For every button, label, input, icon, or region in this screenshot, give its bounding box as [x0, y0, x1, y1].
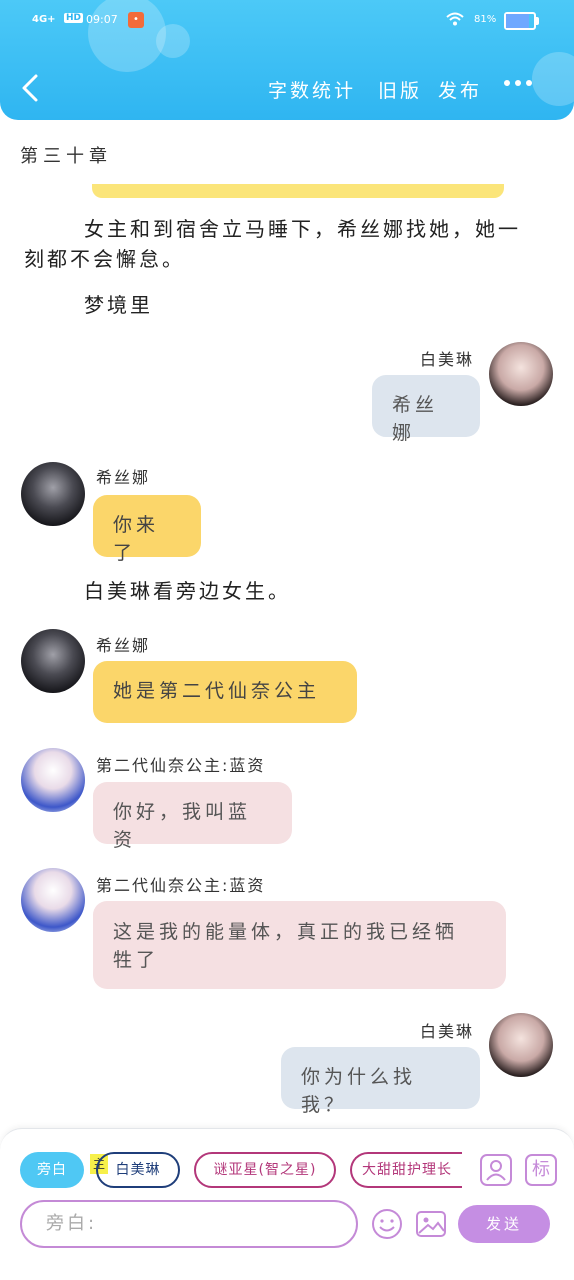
more-dots-icon [504, 80, 532, 86]
publish-button[interactable]: 发布 [438, 76, 482, 103]
more-button[interactable] [502, 70, 534, 103]
message-bubble[interactable]: 你来了 [93, 495, 201, 564]
word-count-button[interactable]: 字数统计 [268, 76, 356, 103]
chapter-title: 第三十章 [20, 146, 112, 167]
role-chip-da-tian-tian[interactable]: 大甜甜护理长 [350, 1152, 462, 1188]
status-bar: 4G+ HD 09:07 • 81% [0, 10, 574, 34]
avatar-xi-sina[interactable] [21, 462, 85, 526]
decor-bubble [532, 52, 574, 106]
network-indicator: 4G+ [32, 14, 56, 25]
top-header: 4G+ HD 09:07 • 81% 字数统计 旧版 发布 [0, 0, 574, 120]
narration-line: 女主和到宿舍立马睡下，希丝娜找她，她一 [84, 217, 521, 241]
message-bubble[interactable]: 希丝娜 [372, 375, 480, 444]
app-notification-icon: • [128, 12, 144, 28]
hd-badge: HD [64, 13, 84, 23]
image-icon [416, 1211, 446, 1237]
role-chip-mi-ya-xing[interactable]: 谜亚星(智之星) [194, 1152, 336, 1188]
battery-tip [536, 17, 539, 25]
chevron-left-icon [22, 74, 38, 102]
speaker-name: 白美琳 [420, 1022, 475, 1041]
avatar-xi-sina[interactable] [21, 629, 85, 693]
speaker-name: 第二代仙奈公主:蓝资 [96, 756, 266, 775]
speaker-name: 第二代仙奈公主:蓝资 [96, 876, 266, 895]
speaker-name: 希丝娜 [96, 636, 151, 655]
narration-line: 梦境里 [84, 293, 153, 317]
image-button[interactable] [415, 1208, 447, 1240]
wifi-icon [446, 12, 464, 30]
avatar-bai-meilin[interactable] [489, 1013, 553, 1077]
avatar-lan-zi[interactable] [21, 748, 85, 812]
avatar-bai-meilin[interactable] [489, 342, 553, 406]
battery-fill [506, 14, 529, 28]
narration-line: 白美琳看旁边女生。 [84, 579, 291, 603]
role-chip-narrator[interactable]: 旁白 [20, 1152, 84, 1188]
speaker-name: 白美琳 [420, 350, 475, 369]
role-chip-bai-meilin[interactable]: 白美琳 [96, 1152, 180, 1188]
speaker-name: 希丝娜 [96, 468, 151, 487]
emoji-button[interactable] [371, 1208, 403, 1240]
tag-button[interactable]: 标 [525, 1154, 557, 1186]
message-line: 这是我的能量体，真正的我已经牺 [113, 921, 459, 943]
message-bubble[interactable]: 你好，我叫蓝资 [93, 782, 292, 851]
old-version-button[interactable]: 旧版 [378, 76, 422, 103]
emoji-icon [372, 1209, 402, 1239]
message-bubble[interactable]: 她是第二代仙奈公主 [93, 661, 357, 723]
send-button[interactable]: 发送 [458, 1205, 550, 1243]
back-button[interactable] [18, 72, 46, 106]
battery-icon [504, 12, 536, 30]
message-line: 牲了 [113, 949, 160, 971]
message-input[interactable]: 旁白: [20, 1200, 358, 1248]
narration-line: 刻都不会懈怠。 [24, 247, 185, 271]
previous-message-bubble [92, 184, 504, 198]
battery-percent: 81% [474, 14, 497, 25]
character-manage-button[interactable] [480, 1154, 512, 1186]
message-bubble[interactable]: 你为什么找我？ [281, 1047, 480, 1116]
avatar-lan-zi[interactable] [21, 868, 85, 932]
message-bubble[interactable]: 这是我的能量体，真正的我已经牺 牲了 [93, 901, 506, 989]
clock: 09:07 [86, 13, 118, 26]
person-icon [486, 1160, 506, 1181]
